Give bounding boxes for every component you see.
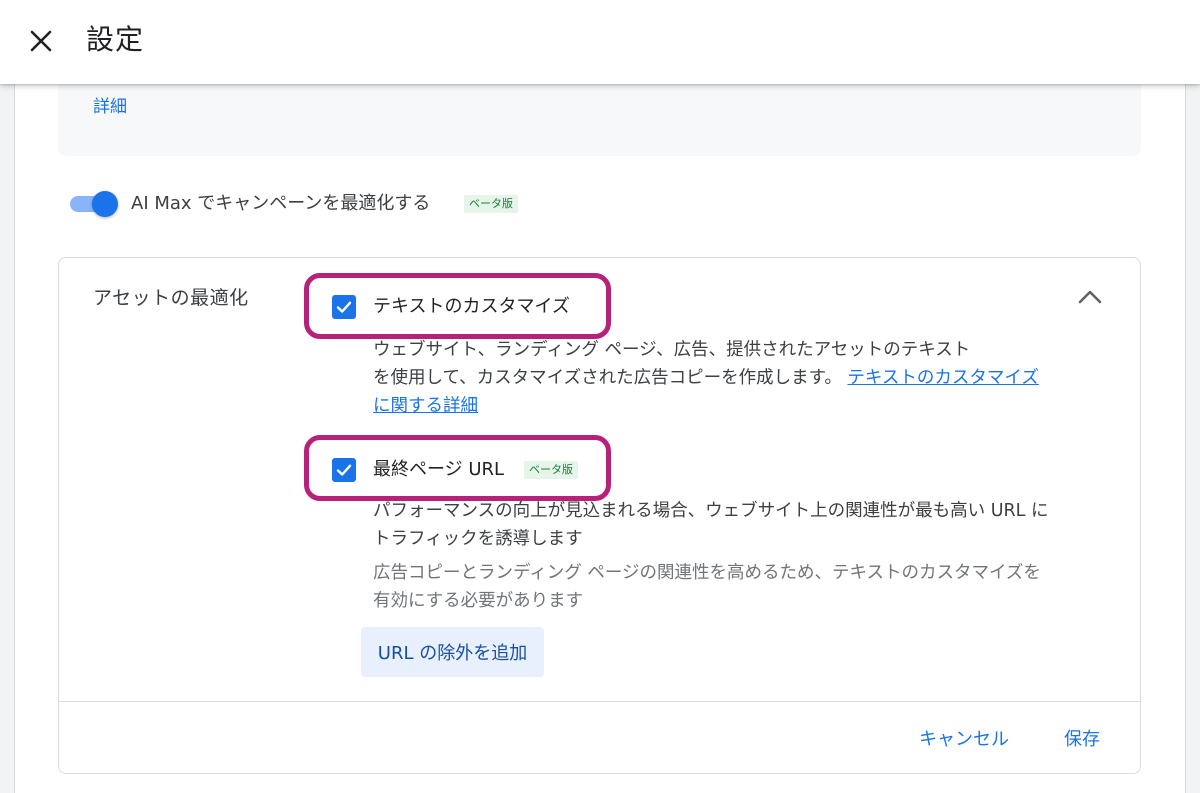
asset-optimization-title: アセットの最適化 (93, 287, 249, 309)
ai-max-label: AI Max でキャンペーンを最適化する (131, 193, 431, 214)
final-url-checkbox[interactable] (332, 458, 356, 482)
card-footer-divider (59, 701, 1140, 702)
ai-max-beta-badge: ベータ版 (464, 195, 518, 213)
cancel-button[interactable]: キャンセル (919, 726, 1009, 754)
collapse-button[interactable] (1070, 280, 1110, 314)
checkmark-icon (336, 464, 352, 476)
text-customization-description-text: を使用して、カスタマイズされた広告コピーを作成します。 (373, 368, 842, 388)
text-customization-description-line-1: ウェブサイト、ランディング ページ、広告、提供されたアセットのテキスト (373, 340, 971, 360)
final-url-description: パフォーマンスの向上が見込まれる場合、ウェブサイト上の関連性が最も高い URL … (373, 501, 1049, 549)
chevron-up-icon (1078, 290, 1102, 304)
final-url-note: 広告コピーとランディング ページの関連性を高めるため、テキストのカスタマイズを有… (373, 563, 1041, 611)
toggle-thumb (92, 191, 118, 217)
page-title: 設定 (86, 23, 145, 56)
settings-page: 設定 詳細 AI Max でキャンペーンを最適化する ベータ版 アセットの最適化… (0, 0, 1200, 793)
checkmark-icon (336, 301, 352, 313)
ai-max-toggle[interactable] (68, 191, 120, 217)
save-button[interactable]: 保存 (1064, 726, 1100, 754)
text-customization-label: テキストのカスタマイズ (373, 296, 570, 317)
close-icon (30, 30, 52, 52)
final-url-beta-badge: ベータ版 (524, 461, 578, 479)
settings-header: 設定 (0, 0, 1200, 84)
text-customization-description-line-2: を使用して、カスタマイズされた広告コピーを作成します。 テキストのカスタマイズに… (373, 364, 1053, 420)
final-url-label: 最終ページ URL (373, 459, 505, 480)
add-url-exclusion-button[interactable]: URL の除外を追加 (361, 627, 544, 677)
text-customization-checkbox[interactable] (332, 295, 356, 319)
close-button[interactable] (20, 20, 62, 62)
details-link[interactable]: 詳細 (93, 94, 127, 120)
text-customization-description: ウェブサイト、ランディング ページ、広告、提供されたアセットのテキスト を使用し… (373, 336, 1053, 420)
previous-section-panel (58, 84, 1141, 156)
